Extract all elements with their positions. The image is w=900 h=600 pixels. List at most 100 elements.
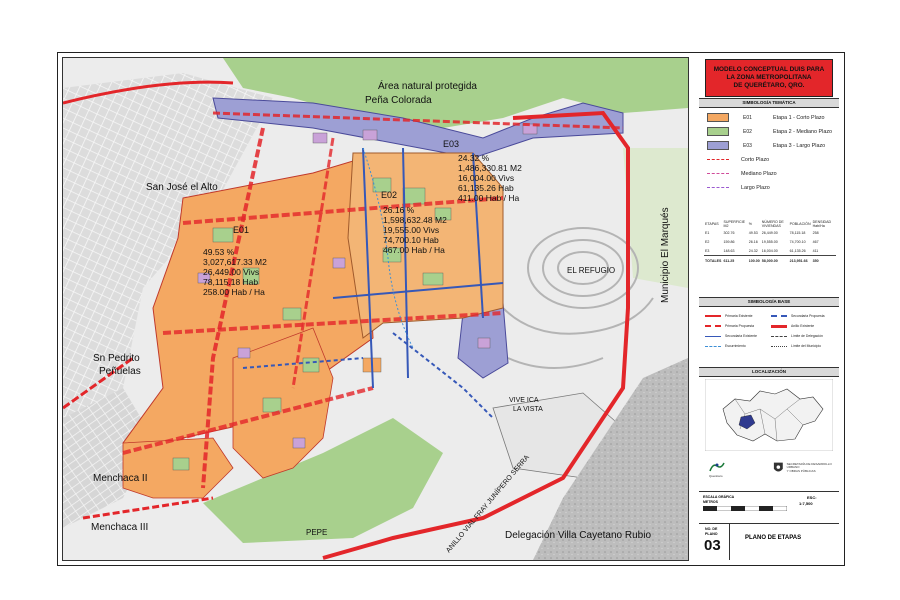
table-cell: 467 bbox=[812, 239, 819, 244]
logo-left: Querétaro bbox=[709, 461, 725, 478]
legend-tematica-heading: SIMBOLOGÍA TEMÁTICA bbox=[699, 98, 839, 108]
scale-block: ESCALA GRÁFICA METROS ESC: 1:7,500 bbox=[699, 491, 839, 518]
legend-stage-e02: E02 Etapa 2 - Mediano Plazo bbox=[707, 127, 832, 136]
table-header: NÚMERO DE VIVIENDAS bbox=[761, 219, 784, 228]
table-row: E1 302.76 49.53 26,449.00 78,115.18 258 bbox=[704, 228, 836, 237]
line-sample bbox=[771, 324, 787, 328]
title-line: DE QUERÉTARO, QRO. bbox=[733, 82, 805, 89]
legend-line-mediano: Mediano Plazo bbox=[707, 169, 777, 178]
table-cell: 61,135.26 bbox=[789, 248, 806, 253]
legend-base-item: Primaria Propuesta bbox=[705, 323, 754, 329]
e01-stat: 49.53 % bbox=[203, 247, 235, 257]
label-pena-colorada: Peña Colorada bbox=[365, 95, 432, 106]
table-totals-row: TOTALES 611.25 100.00 58,000.00 213,951.… bbox=[704, 255, 836, 265]
legend-base-label: Límite de Delegación bbox=[791, 334, 823, 338]
plano-number: 03 bbox=[704, 537, 721, 554]
scale-label-line: ESCALA GRÁFICA bbox=[703, 495, 735, 499]
table-cell: 258 bbox=[812, 230, 819, 235]
line-sample bbox=[705, 315, 721, 317]
table-cell: 350 bbox=[811, 255, 836, 265]
logo-right: SECRETARÍA DE DESARROLLO URBANO Y OBRAS … bbox=[773, 461, 839, 475]
label-la-vista: LA VISTA bbox=[513, 406, 543, 413]
table-header: DENSIDAD Hab/Ha bbox=[812, 219, 832, 228]
legend-base-label: Secundaria Existente bbox=[725, 334, 758, 338]
legend-base-item: Anillo Existente bbox=[771, 323, 814, 329]
e01-stat: 26,449.00 Vivs bbox=[203, 267, 259, 277]
label-vive-ica: VIVE ICA bbox=[509, 397, 539, 404]
label-area-natural: Área natural protegida bbox=[378, 79, 477, 92]
stage-code-e02: E02 bbox=[381, 190, 397, 200]
legend-base-item: Límite de Delegación bbox=[771, 333, 823, 339]
label-el-refugio: EL REFUGIO bbox=[567, 266, 615, 275]
table-cell: E2 bbox=[705, 239, 710, 244]
logo-left-text: Querétaro bbox=[709, 473, 723, 478]
scale-bar bbox=[703, 506, 787, 511]
legend-base-label: Secundaria Propuesta bbox=[791, 314, 825, 318]
queretaro-logo-icon bbox=[709, 462, 725, 472]
label-delegacion: Delegación Villa Cayetano Rubio bbox=[505, 530, 651, 541]
e02-stat: 1,598,632.48 M2 bbox=[383, 215, 447, 225]
legend-base-label: Primaria Propuesta bbox=[725, 324, 755, 328]
label-sn-pedrito: Sn Pedrito bbox=[93, 353, 140, 364]
esc-value: 1:7,500 bbox=[799, 501, 813, 506]
line-sample bbox=[705, 335, 721, 337]
stage-code: E02 bbox=[743, 128, 752, 135]
legend-base-label: Escurrimiento bbox=[725, 344, 746, 348]
table-cell: 611.25 bbox=[722, 255, 748, 265]
legend-stage-e03: E03 Etapa 3 - Largo Plazo bbox=[707, 141, 825, 150]
stage-label: Etapa 2 - Mediano Plazo bbox=[773, 128, 833, 135]
label-municipio: Municipio El Marqués bbox=[660, 207, 671, 303]
scale-label: ESCALA GRÁFICA METROS bbox=[703, 495, 734, 504]
e01-stat: 78,115.18 Hab bbox=[203, 277, 258, 287]
label-menchaca-ii: Menchaca II bbox=[93, 473, 147, 484]
e03-stat: 61,135.26 Hab bbox=[458, 183, 514, 193]
table-header: ETAPAS bbox=[705, 221, 719, 226]
e03-stat: 24.32 % bbox=[458, 153, 490, 163]
legend-panel: MODELO CONCEPTUAL DUIS PARA LA ZONA METR… bbox=[699, 57, 839, 560]
localization-heading: LOCALIZACIÓN bbox=[699, 367, 839, 377]
e03-stat: 16,004.00 Vivs bbox=[458, 173, 514, 183]
table-cell: 213,951.66 bbox=[788, 255, 812, 265]
title-box: MODELO CONCEPTUAL DUIS PARA LA ZONA METR… bbox=[705, 59, 833, 97]
table-header: % bbox=[748, 221, 752, 226]
table-cell: 159.86 bbox=[723, 239, 735, 244]
table-cell: 26.16 bbox=[748, 239, 758, 244]
sedesu-seal-icon bbox=[773, 462, 783, 472]
localization-map bbox=[705, 379, 833, 451]
legend-line-largo: Largo Plazo bbox=[707, 183, 770, 192]
e01-stat: 258.00 Hab / Ha bbox=[203, 287, 265, 297]
table-cell: 16,004.00 bbox=[761, 248, 778, 253]
legend-line-corto: Corto Plazo bbox=[707, 155, 769, 164]
map-frame: Área natural protegida Peña Colorada San… bbox=[62, 57, 689, 561]
legend-base-label: Anillo Existente bbox=[791, 324, 815, 328]
table-cell: 58,000.00 bbox=[760, 255, 789, 265]
table-cell: 411 bbox=[812, 248, 819, 253]
plano-no-label: NO. DE PLANO bbox=[705, 527, 718, 536]
legend-base-item: Escurrimiento bbox=[705, 343, 746, 349]
table-cell: 26,449.00 bbox=[761, 230, 778, 235]
table-cell: 148.63 bbox=[723, 248, 735, 253]
line-sample-largo bbox=[707, 187, 729, 188]
plano-block: NO. DE PLANO 03 PLANO DE ETAPAS bbox=[699, 523, 839, 560]
stage-code-e01: E01 bbox=[233, 225, 249, 235]
legend-base-heading: SIMBOLOGÍA BASE bbox=[699, 297, 839, 307]
stage-swatch-e01 bbox=[707, 113, 729, 122]
plano-no-line: NO. DE bbox=[705, 527, 718, 531]
table-cell: 74,700.10 bbox=[789, 239, 806, 244]
stage-swatch-e02 bbox=[707, 127, 729, 136]
title-line: LA ZONA METROPOLITANA bbox=[726, 74, 812, 81]
legend-stage-e01: E01 Etapa 1 - Corto Plazo bbox=[707, 113, 825, 122]
legend-base-item: Primaria Existente bbox=[705, 313, 753, 319]
stages-table: ETAPAS SUPERFICIE M2 % NÚMERO DE VIVIEND… bbox=[704, 219, 836, 265]
table-cell: 302.76 bbox=[723, 230, 735, 235]
stage-code-e03: E03 bbox=[443, 139, 459, 149]
title-line: MODELO CONCEPTUAL DUIS PARA bbox=[713, 66, 825, 73]
plano-name: PLANO DE ETAPAS bbox=[745, 535, 802, 541]
table-cell: E3 bbox=[705, 248, 710, 253]
line-sample bbox=[705, 345, 721, 347]
line-sample-mediano bbox=[707, 173, 729, 174]
line-label: Mediano Plazo bbox=[741, 170, 777, 177]
legend-base-item: Secundaria Propuesta bbox=[771, 313, 825, 319]
e02-stat: 19,555.00 Vivs bbox=[383, 225, 439, 235]
label-pepe: PEPE bbox=[306, 528, 327, 537]
